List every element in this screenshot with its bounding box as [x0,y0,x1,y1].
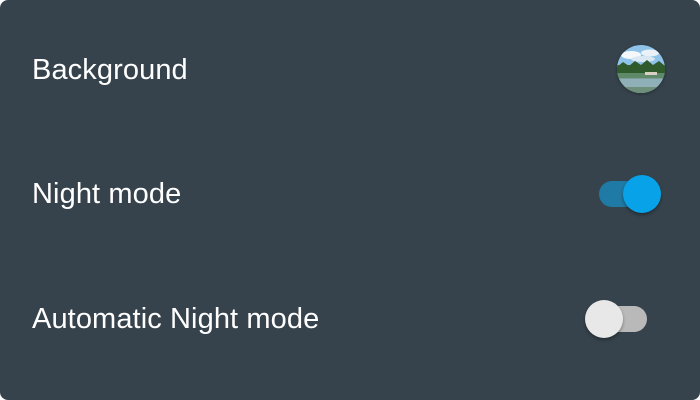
night-mode-label: Night mode [32,178,182,210]
automatic-night-mode-label: Automatic Night mode [32,303,320,335]
landscape-photo-icon [617,45,665,93]
settings-panel: Background Night mode Automatic Night mo… [0,0,700,400]
automatic-night-mode-toggle-knob[interactable] [585,300,623,338]
automatic-night-mode-setting-row[interactable]: Automatic Night mode [0,269,700,369]
night-mode-toggle[interactable] [585,174,661,214]
night-mode-setting-row[interactable]: Night mode [0,144,700,244]
background-setting-row[interactable]: Background [0,20,700,120]
background-label: Background [32,54,188,86]
night-mode-toggle-knob[interactable] [623,175,661,213]
automatic-night-mode-toggle[interactable] [585,299,661,339]
background-thumbnail[interactable] [617,45,665,93]
